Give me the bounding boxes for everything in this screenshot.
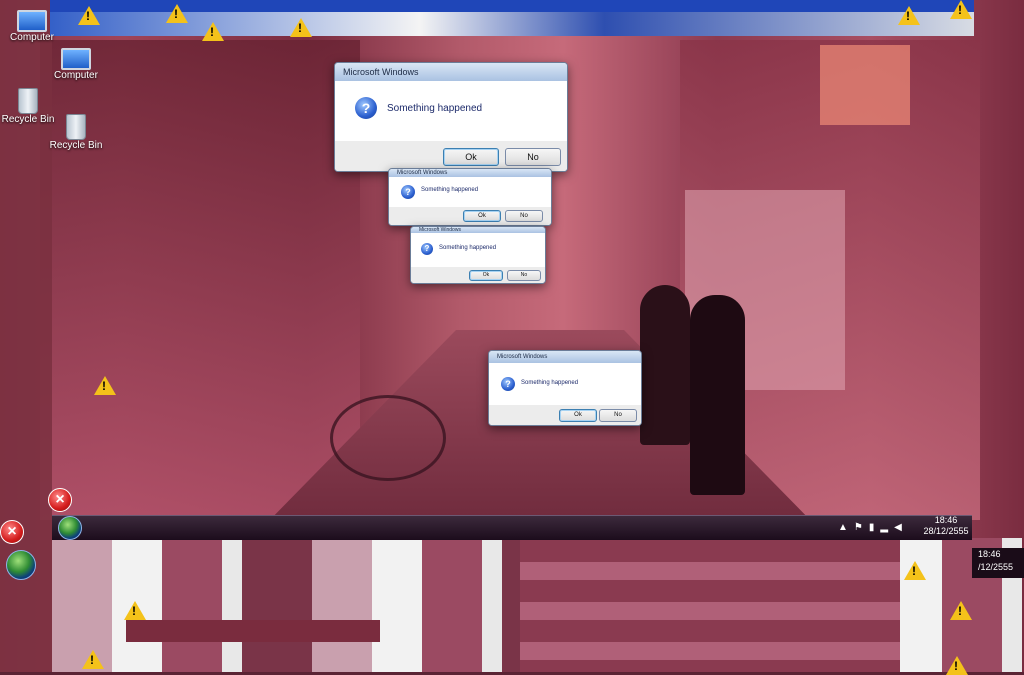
show-hidden-icons-icon[interactable]: ▲ [838, 522, 848, 533]
dialog-title: Microsoft Windows [489, 351, 641, 363]
question-icon: ? [401, 185, 415, 199]
start-button[interactable] [58, 516, 82, 540]
warning-icon [202, 22, 224, 41]
ok-button[interactable]: Ok [463, 210, 501, 222]
warning-icon [946, 656, 968, 675]
clock-time: 18:46 [934, 515, 958, 525]
system-tray: ▲ ⚑ ▮ ▂ ◀ [838, 517, 928, 537]
start-button[interactable] [6, 550, 36, 580]
clock[interactable]: 18:46 28/12/2555 [918, 515, 974, 539]
wallpaper-person [640, 285, 690, 445]
wallpaper-person [690, 295, 745, 495]
taskbar [52, 515, 972, 540]
network-icon[interactable]: ▮ [869, 522, 875, 533]
ok-button[interactable]: Ok [469, 270, 503, 281]
question-icon: ? [355, 97, 377, 119]
warning-icon [950, 0, 972, 19]
dialog-message: Something happened [439, 245, 497, 251]
no-button[interactable]: No [505, 210, 543, 222]
glitch-bottom-bricks [520, 540, 900, 672]
desktop-icon-label: Recycle Bin [49, 140, 103, 151]
message-dialog[interactable]: Microsoft Windows ? Something happened O… [410, 226, 546, 284]
warning-icon [82, 650, 104, 669]
computer-icon [17, 10, 47, 32]
dialog-message: Something happened [421, 187, 479, 193]
desktop-icon-computer[interactable]: Computer [44, 44, 108, 81]
dialog-message: Something happened [521, 380, 579, 386]
clock-date: 28/12/2555 [923, 526, 969, 536]
wallpaper-bicycle [330, 395, 446, 481]
message-dialog[interactable]: Microsoft Windows ? Something happened O… [388, 168, 552, 226]
dialog-title: Microsoft Windows [389, 169, 551, 177]
ok-button[interactable]: Ok [443, 148, 499, 166]
warning-icon [898, 6, 920, 25]
computer-icon [61, 48, 91, 70]
warning-icon [94, 376, 116, 395]
desktop-icon-label: Computer [10, 32, 54, 43]
warning-icon [290, 18, 312, 37]
question-icon: ? [421, 243, 433, 255]
warning-icon [950, 601, 972, 620]
clock-date: /12/2555 [978, 562, 1014, 572]
clock-glitch: 18:46 /12/2555 [972, 548, 1024, 578]
desktop-icon-computer[interactable]: Computer [0, 6, 64, 43]
desktop-icon-recycle-bin[interactable]: Recycle Bin [44, 112, 108, 151]
warning-icon [904, 561, 926, 580]
desktop-icon-label: Computer [54, 70, 98, 81]
glitch-bottom-bar [126, 620, 380, 642]
error-icon: × [48, 488, 72, 512]
recycle-bin-icon [18, 88, 38, 114]
warning-icon [124, 601, 146, 620]
dialog-title: Microsoft Windows [335, 63, 567, 81]
volume-icon[interactable]: ◀ [894, 522, 902, 533]
dialog-message: Something happened [387, 103, 483, 114]
warning-icon [166, 4, 188, 23]
signal-icon[interactable]: ▂ [880, 522, 888, 533]
ok-button[interactable]: Ok [559, 409, 597, 422]
message-dialog[interactable]: Microsoft Windows ? Something happened O… [334, 62, 568, 172]
flag-icon[interactable]: ⚑ [854, 522, 863, 533]
no-button[interactable]: No [507, 270, 541, 281]
no-button[interactable]: No [599, 409, 637, 422]
glitch-top-bar [50, 0, 974, 12]
recycle-bin-icon [66, 114, 86, 140]
question-icon: ? [501, 377, 515, 391]
no-button[interactable]: No [505, 148, 561, 166]
warning-icon [78, 6, 100, 25]
error-icon: × [0, 520, 24, 544]
clock-time: 18:46 [978, 549, 1001, 559]
message-dialog[interactable]: Microsoft Windows ? Something happened O… [488, 350, 642, 426]
wallpaper-lantern [820, 45, 910, 125]
